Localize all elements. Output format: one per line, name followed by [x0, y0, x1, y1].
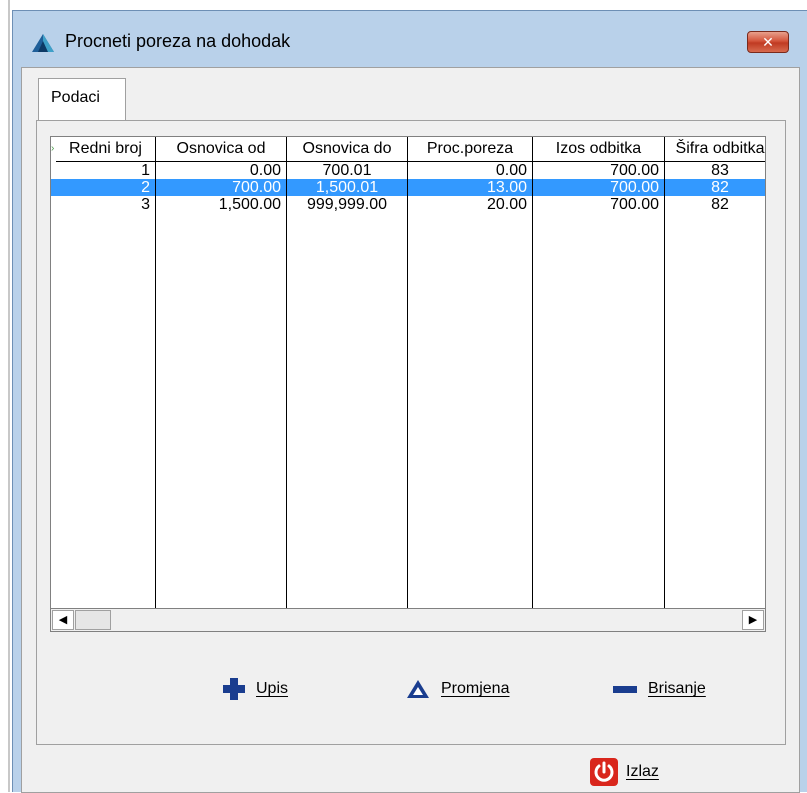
- table-row[interactable]: 700.01: [287, 162, 407, 179]
- table-cell: 2: [141, 179, 150, 196]
- table-row[interactable]: 83: [665, 162, 765, 179]
- column-header[interactable]: Izos odbitka: [533, 137, 664, 162]
- table-cell: 0.00: [495, 162, 527, 179]
- table-cell: 700.00: [610, 196, 659, 213]
- table-cell: 3: [141, 196, 150, 213]
- table-row[interactable]: 700.00: [533, 162, 664, 179]
- table-row[interactable]: 700.00: [533, 196, 664, 213]
- column-header[interactable]: Redni broj: [56, 137, 155, 162]
- table-cell: 700.00: [610, 179, 659, 196]
- table-row[interactable]: 0.00: [408, 162, 532, 179]
- table-row[interactable]: 82: [665, 179, 765, 196]
- delete-button[interactable]: Brisanje: [612, 676, 706, 702]
- table-row[interactable]: 700.00: [533, 179, 664, 196]
- exit-button-label: Izlaz: [626, 763, 659, 780]
- table-cell: 0.00: [249, 162, 281, 179]
- scroll-left-button[interactable]: ◀: [52, 610, 74, 630]
- table-cell: 83: [711, 162, 729, 179]
- column-header[interactable]: Šifra odbitka: [665, 137, 765, 162]
- left-edge: [0, 0, 12, 792]
- edit-button-label: Promjena: [441, 680, 510, 697]
- scroll-right-button[interactable]: ▶: [742, 610, 764, 630]
- column-header[interactable]: Osnovica do: [287, 137, 407, 162]
- column-sifra-odbitka: Šifra odbitka 83 82 82: [665, 137, 765, 609]
- table-cell: 700.01: [322, 162, 372, 179]
- table-row[interactable]: 20.00: [408, 196, 532, 213]
- grid-columns: Redni broj 1 2 3 Osnovica od 0.00 700.00…: [56, 137, 765, 609]
- table-cell: 999,999.00: [306, 196, 388, 213]
- add-button-label: Upis: [256, 680, 289, 697]
- column-redni-broj: Redni broj 1 2 3: [56, 137, 156, 609]
- window-title: Procneti poreza na dohodak: [65, 31, 291, 51]
- column-osnovica-do: Osnovica do 700.01 1,500.01 999,999.00: [287, 137, 408, 609]
- add-button[interactable]: Upis: [222, 676, 288, 702]
- column-header[interactable]: Osnovica od: [156, 137, 286, 162]
- horizontal-scrollbar[interactable]: ◀ ▶: [50, 608, 766, 632]
- table-row[interactable]: 0.00: [156, 162, 286, 179]
- table-cell: 13.00: [486, 179, 527, 196]
- table-row[interactable]: 2: [56, 179, 155, 196]
- table-row[interactable]: 1: [56, 162, 155, 179]
- table-cell: 1,500.00: [218, 196, 281, 213]
- triangle-icon: [407, 680, 429, 698]
- table-row[interactable]: 700.00: [156, 179, 286, 196]
- table-row[interactable]: 1,500.01: [287, 179, 407, 196]
- table-cell: 20.00: [486, 196, 527, 213]
- close-button[interactable]: ✕: [747, 31, 789, 53]
- column-proc-poreza: Proc.poreza 0.00 13.00 20.00: [408, 137, 533, 609]
- table-cell: 1,500.01: [315, 179, 379, 196]
- minus-icon: [613, 686, 637, 693]
- column-izos-odbitka: Izos odbitka 700.00 700.00 700.00: [533, 137, 665, 609]
- column-osnovica-od: Osnovica od 0.00 700.00 1,500.00: [156, 137, 287, 609]
- table-row[interactable]: 999,999.00: [287, 196, 407, 213]
- delete-button-label: Brisanje: [648, 680, 706, 697]
- table-cell: 700.00: [232, 179, 281, 196]
- left-edge-border: [8, 0, 10, 792]
- table-row[interactable]: 1,500.00: [156, 196, 286, 213]
- title-bar[interactable]: Procneti poreza na dohodak ✕: [13, 11, 807, 67]
- edit-button[interactable]: Promjena: [405, 676, 509, 702]
- table-row[interactable]: 3: [56, 196, 155, 213]
- table-row[interactable]: 13.00: [408, 179, 532, 196]
- app-triangle-icon: [32, 34, 54, 52]
- table-cell: 1: [141, 162, 150, 179]
- plus-icon: [223, 678, 245, 700]
- table-cell: 700.00: [610, 162, 659, 179]
- power-icon: [590, 758, 618, 786]
- scroll-thumb[interactable]: [75, 610, 111, 630]
- table-cell: 82: [711, 196, 729, 213]
- tab-podaci[interactable]: Podaci: [38, 78, 126, 120]
- column-header[interactable]: Proc.poreza: [408, 137, 532, 162]
- data-grid[interactable]: › Redni broj 1 2 3 Osnovica od 0.00 700.…: [50, 136, 766, 610]
- table-cell: 82: [711, 179, 729, 196]
- table-row[interactable]: 82: [665, 196, 765, 213]
- exit-button[interactable]: Izlaz: [590, 758, 659, 786]
